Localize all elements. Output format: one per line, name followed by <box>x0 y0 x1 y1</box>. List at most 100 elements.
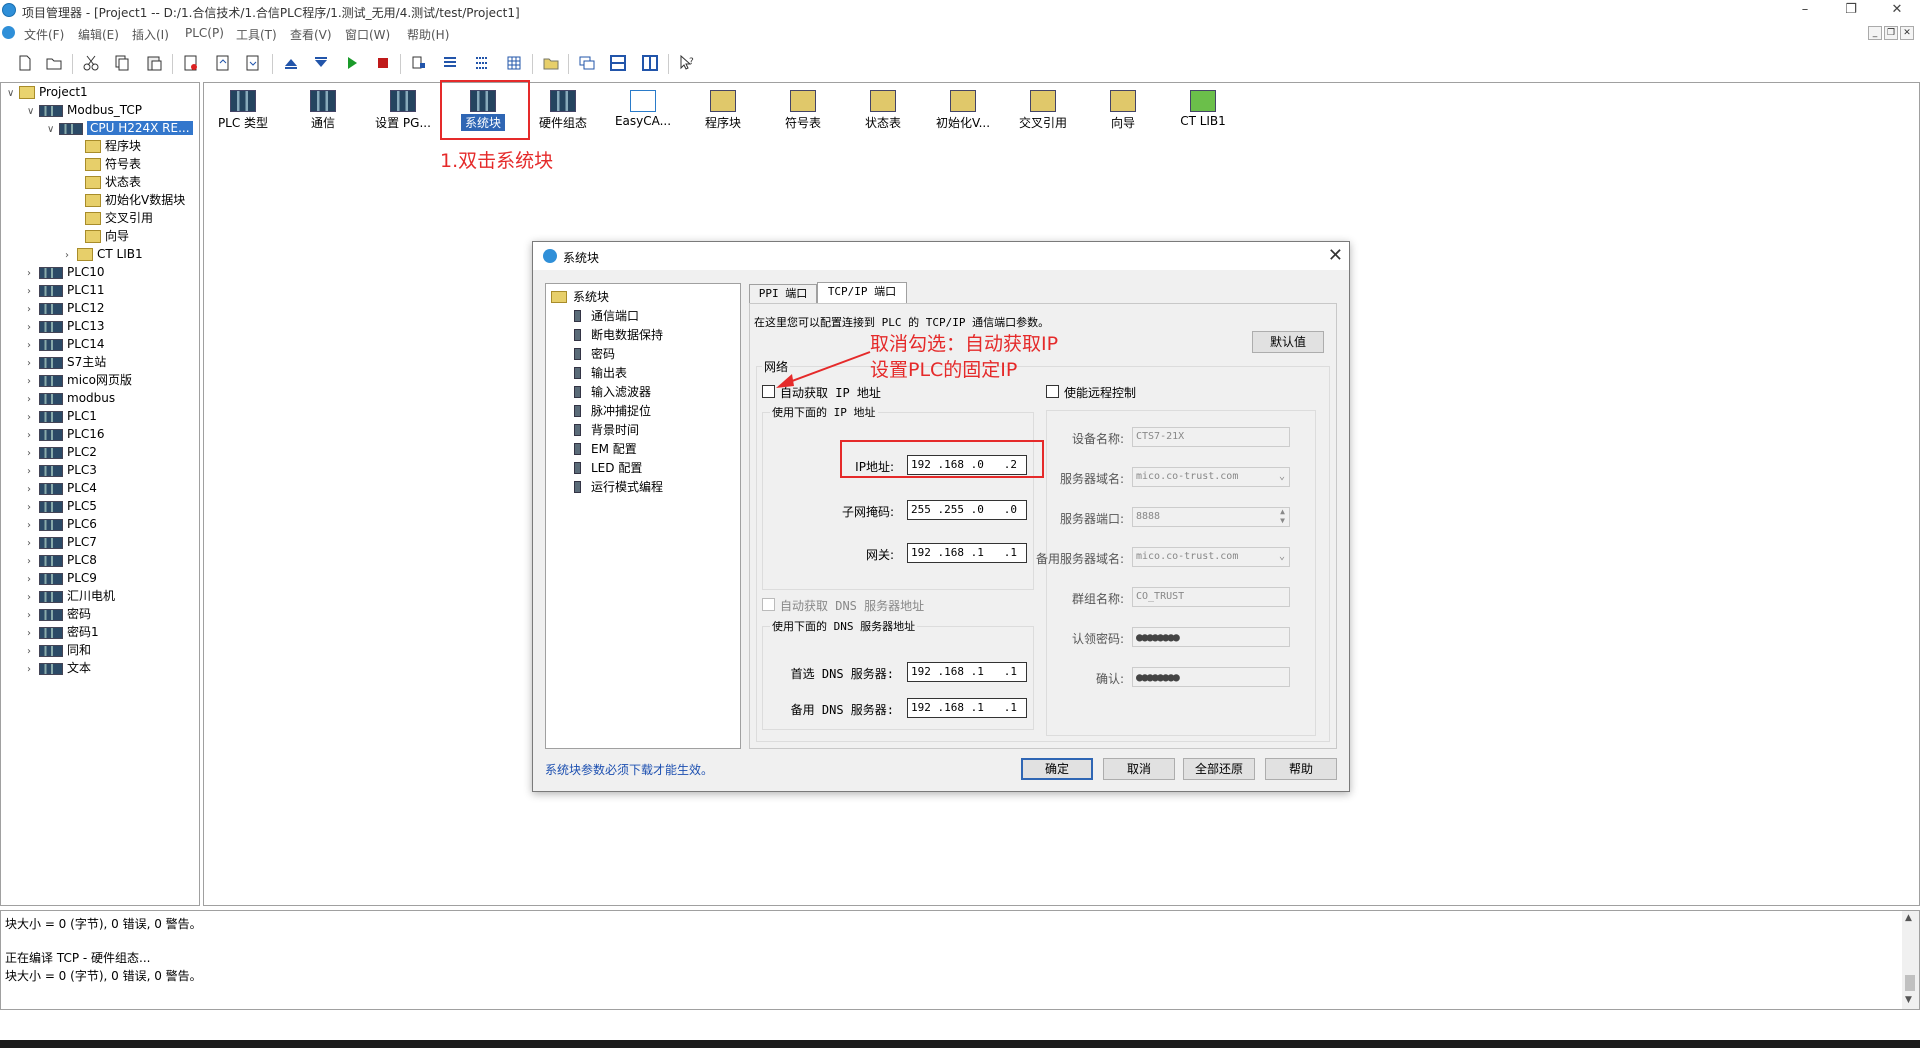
tree-plc-item[interactable]: › PLC1 <box>27 407 97 425</box>
help-button[interactable]: 帮助 <box>1265 758 1337 780</box>
grid-icon[interactable] <box>505 54 523 72</box>
ok-button[interactable]: 确定 <box>1021 758 1093 780</box>
context-help-icon[interactable]: ? <box>678 54 696 72</box>
output-scrollbar[interactable]: ▲ ▼ <box>1902 911 1919 1009</box>
tree-plc-item[interactable]: › PLC13 <box>27 317 105 335</box>
open-folder-icon[interactable] <box>45 54 63 72</box>
nav-ct-lib[interactable]: CT LIB1 <box>1164 87 1242 133</box>
tree-plc-item[interactable]: › 汇川电机 <box>27 587 115 605</box>
default-value-button[interactable]: 默认值 <box>1252 331 1324 353</box>
dialog-tree-item[interactable]: EM 配置 <box>574 440 637 457</box>
nav-status-table[interactable]: 状态表 <box>844 87 922 133</box>
menu-insert[interactable]: 插入(I) <box>132 26 169 43</box>
mdi-minimize-icon[interactable]: _ <box>1868 26 1882 40</box>
dialog-tree-item[interactable]: 运行模式编程 <box>574 478 663 495</box>
dialog-tree-item[interactable]: LED 配置 <box>574 459 642 476</box>
tree-plc-item[interactable]: › PLC10 <box>27 263 105 281</box>
window-cascade-icon[interactable] <box>578 54 596 72</box>
dialog-tree-item[interactable]: 通信端口 <box>574 307 639 324</box>
tree-plc-item[interactable]: › PLC2 <box>27 443 97 461</box>
list-icon-1[interactable] <box>441 54 459 72</box>
program-status-icon[interactable] <box>410 54 428 72</box>
tree-plc-item[interactable]: › mico网页版 <box>27 371 132 389</box>
minimize-button[interactable]: – <box>1782 0 1828 22</box>
tree-plc-item[interactable]: › PLC12 <box>27 299 105 317</box>
download-arrow-icon[interactable] <box>312 54 330 72</box>
dialog-tree-item[interactable]: 断电数据保持 <box>574 326 663 343</box>
tab-tcpip-port[interactable]: TCP/IP 端口 <box>817 282 907 304</box>
tree-plc-item[interactable]: › PLC11 <box>27 281 105 299</box>
tree-plc-item[interactable]: › PLC8 <box>27 551 97 569</box>
nav-init-data[interactable]: 初始化V... <box>924 87 1002 133</box>
cut-icon[interactable] <box>82 54 100 72</box>
dialog-tree-item[interactable]: 输入滤波器 <box>574 383 651 400</box>
tree-cpu-child[interactable]: 状态表 <box>85 173 141 191</box>
menu-plc[interactable]: PLC(P) <box>185 26 224 40</box>
tree-plc-item[interactable]: › PLC4 <box>27 479 97 497</box>
close-button[interactable]: ✕ <box>1874 0 1920 22</box>
maximize-button[interactable]: ❐ <box>1828 0 1874 22</box>
folder-up-icon[interactable] <box>542 54 560 72</box>
tree-cpu-child[interactable]: › CT LIB1 <box>65 245 143 263</box>
nav-set-pg[interactable]: 设置 PG... <box>364 87 442 133</box>
tab-ppi-port[interactable]: PPI 端口 <box>749 284 817 304</box>
dialog-tree-item[interactable]: 输出表 <box>574 364 627 381</box>
tree-cpu-child[interactable]: 程序块 <box>85 137 141 155</box>
nav-cross-ref[interactable]: 交叉引用 <box>1004 87 1082 133</box>
dialog-tree-item[interactable]: 密码 <box>574 345 615 362</box>
window-tile-v-icon[interactable] <box>641 54 659 72</box>
dns1-input[interactable]: 192 .168 .1 .1 <box>907 662 1027 682</box>
compile-icon[interactable] <box>182 54 200 72</box>
dns2-input[interactable]: 192 .168 .1 .1 <box>907 698 1027 718</box>
nav-symbol-table[interactable]: 符号表 <box>764 87 842 133</box>
upload-icon[interactable] <box>214 54 232 72</box>
scroll-thumb[interactable] <box>1905 975 1915 991</box>
nav-communication[interactable]: 通信 <box>284 87 362 133</box>
tree-plc-item[interactable]: › PLC9 <box>27 569 97 587</box>
menu-edit[interactable]: 编辑(E) <box>78 26 119 43</box>
nav-program-block[interactable]: 程序块 <box>684 87 762 133</box>
dialog-tree-item[interactable]: 背景时间 <box>574 421 639 438</box>
tree-plc-item[interactable]: › PLC14 <box>27 335 105 353</box>
tree-plc-item[interactable]: › PLC3 <box>27 461 97 479</box>
run-icon[interactable] <box>343 54 361 72</box>
tree-cpu-child[interactable]: 交叉引用 <box>85 209 153 227</box>
nav-easycam[interactable]: EasyCA... <box>604 87 682 133</box>
cancel-button[interactable]: 取消 <box>1103 758 1175 780</box>
tree-plc-item[interactable]: › 密码1 <box>27 623 99 641</box>
restore-all-button[interactable]: 全部还原 <box>1183 758 1255 780</box>
tree-cpu-child[interactable]: 符号表 <box>85 155 141 173</box>
tree-cpu[interactable]: ∨ CPU H224X RE... <box>47 119 193 137</box>
menu-file[interactable]: 文件(F) <box>24 26 64 43</box>
tree-root[interactable]: ∨ Project1 <box>7 83 88 101</box>
tree-plc-item[interactable]: › 同和 <box>27 641 91 659</box>
mdi-close-icon[interactable]: ✕ <box>1900 26 1914 40</box>
new-file-icon[interactable] <box>16 54 34 72</box>
tree-plc-item[interactable]: › S7主站 <box>27 353 106 371</box>
remote-control-checkbox[interactable] <box>1046 385 1059 398</box>
tree-project[interactable]: ∨ Modbus_TCP <box>27 101 142 119</box>
paste-icon[interactable] <box>145 54 163 72</box>
nav-plc-type[interactable]: PLC 类型 <box>204 87 282 133</box>
list-icon-2[interactable] <box>473 54 491 72</box>
tree-plc-item[interactable]: › PLC16 <box>27 425 105 443</box>
tree-cpu-child[interactable]: 初始化V数据块 <box>85 191 185 209</box>
tree-cpu-child[interactable]: 向导 <box>85 227 129 245</box>
dialog-tree-root[interactable]: 系统块 <box>551 288 609 305</box>
tree-plc-item[interactable]: › PLC7 <box>27 533 97 551</box>
copy-icon[interactable] <box>113 54 131 72</box>
auto-dns-checkbox[interactable] <box>762 598 775 611</box>
nav-hardware-config[interactable]: 硬件组态 <box>524 87 602 133</box>
menu-view[interactable]: 查看(V) <box>290 26 332 43</box>
stop-icon[interactable] <box>374 54 392 72</box>
window-tile-h-icon[interactable] <box>609 54 627 72</box>
menu-help[interactable]: 帮助(H) <box>407 26 449 43</box>
scroll-up-icon[interactable]: ▲ <box>1905 913 1912 923</box>
scroll-down-icon[interactable]: ▼ <box>1905 995 1912 1005</box>
download-icon[interactable] <box>244 54 262 72</box>
menu-window[interactable]: 窗口(W) <box>345 26 390 43</box>
menu-tools[interactable]: 工具(T) <box>236 26 277 43</box>
tree-plc-item[interactable]: › modbus <box>27 389 115 407</box>
nav-wizard[interactable]: 向导 <box>1084 87 1162 133</box>
tree-plc-item[interactable]: › 密码 <box>27 605 91 623</box>
